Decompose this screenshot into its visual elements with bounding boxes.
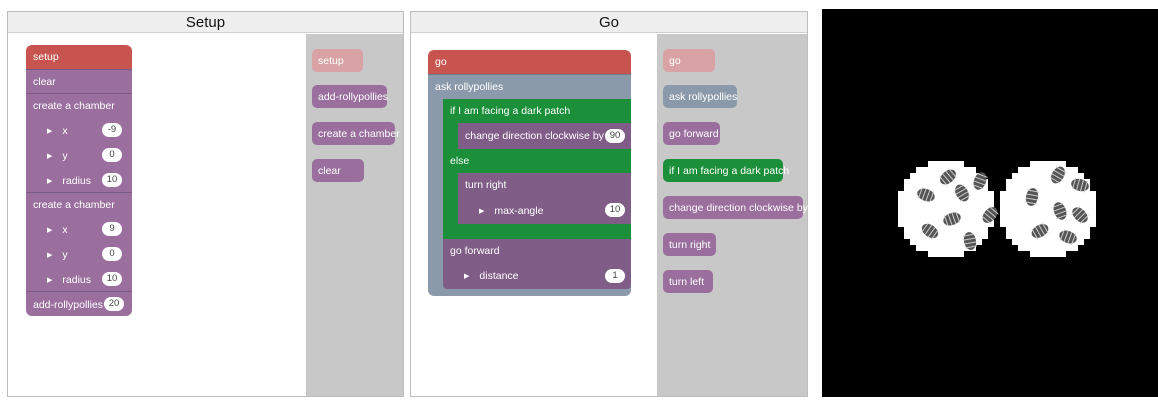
clear-block[interactable]: clear	[26, 69, 132, 93]
caret-right-icon: ▶	[47, 226, 53, 234]
flyout-if-facing-dark-patch-block[interactable]: if I am facing a dark patch	[663, 159, 789, 182]
go-hat-block[interactable]: go	[428, 50, 631, 74]
change-direction-label: change direction clockwise by	[465, 130, 604, 142]
setup-hat-block[interactable]: setup	[26, 45, 132, 69]
setup-workspace[interactable]: setup clear create a chamber ▶ x -9 ▶ y …	[8, 34, 306, 396]
setup-flyout[interactable]: setup add-rollypollies create a chamber …	[306, 34, 403, 396]
setup-pane-title: Setup	[8, 12, 403, 33]
param-label: y	[62, 248, 68, 261]
radius-value-field[interactable]: 10	[102, 272, 122, 286]
chamber-view	[898, 161, 1096, 257]
param-label: x	[62, 223, 68, 236]
go-flyout[interactable]: go ask rollypollies go forward if I am f…	[657, 34, 808, 396]
caret-right-icon: ▶	[47, 177, 53, 185]
create-chamber-block-1[interactable]: create a chamber ▶ x -9 ▶ y 0 ▶ radius 1…	[26, 93, 132, 192]
turn-right-label: turn right	[465, 179, 507, 191]
caret-right-icon: ▶	[47, 152, 53, 160]
param-label: radius	[62, 174, 91, 187]
x-value-field[interactable]: 9	[102, 222, 122, 236]
caret-right-icon: ▶	[47, 127, 53, 135]
distance-label: distance	[479, 270, 519, 282]
if-facing-dark-patch-block[interactable]: if I am facing a dark patch change direc…	[443, 99, 631, 239]
radius-value-field[interactable]: 10	[102, 173, 122, 187]
param-label: y	[62, 149, 68, 162]
caret-right-icon: ▶	[47, 276, 53, 284]
caret-right-icon: ▶	[464, 273, 470, 280]
max-angle-value-field[interactable]: 10	[605, 203, 625, 217]
go-forward-block[interactable]: go forward ▶ distance 1	[443, 239, 631, 289]
param-row-radius: ▶ radius 10	[26, 267, 132, 292]
flyout-turn-left-block[interactable]: turn left	[663, 270, 713, 293]
param-label: radius	[62, 273, 91, 286]
param-row-y: ▶ y 0	[26, 242, 132, 267]
turn-right-block[interactable]: turn right ▶ max-angle 10	[458, 173, 631, 224]
go-workspace[interactable]: go ask rollypollies if I am facing a dar…	[411, 34, 657, 396]
param-row-radius: ▶ radius 10	[26, 168, 132, 193]
flyout-ask-rollypollies-block[interactable]: ask rollypollies	[663, 85, 737, 108]
flyout-add-rollypollies-block[interactable]: add-rollypollies	[312, 85, 388, 108]
flyout-change-direction-block[interactable]: change direction clockwise by	[663, 196, 808, 219]
distance-value-field[interactable]: 1	[605, 269, 625, 283]
max-angle-row: ▶ max-angle 10	[458, 197, 631, 224]
flyout-go-forward-block[interactable]: go forward	[663, 122, 720, 145]
setup-hat-label: setup	[33, 51, 59, 63]
add-rollypollies-block[interactable]: add-rollypollies 20	[26, 291, 132, 316]
distance-row: ▶ distance 1	[443, 263, 631, 289]
simulation-stage[interactable]	[822, 9, 1158, 397]
if-label: if I am facing a dark patch	[450, 105, 571, 117]
change-direction-block[interactable]: change direction clockwise by 90	[458, 123, 631, 149]
x-value-field[interactable]: -9	[102, 123, 122, 137]
flyout-setup-block[interactable]: setup	[312, 49, 363, 72]
ask-rollypollies-block[interactable]: ask rollypollies if I am facing a dark p…	[428, 74, 631, 296]
max-angle-label: max-angle	[494, 204, 544, 217]
flyout-clear-block[interactable]: clear	[312, 159, 364, 182]
rollypollies-count-field[interactable]: 20	[104, 297, 124, 311]
create-chamber-label: create a chamber	[33, 199, 115, 211]
caret-right-icon: ▶	[479, 207, 485, 215]
create-chamber-block-2[interactable]: create a chamber ▶ x 9 ▶ y 0 ▶ radius 10	[26, 192, 132, 291]
go-forward-label: go forward	[450, 245, 500, 257]
create-chamber-label: create a chamber	[33, 100, 115, 112]
param-row-x: ▶ x -9	[26, 118, 132, 143]
param-row-x: ▶ x 9	[26, 217, 132, 242]
flyout-turn-right-block[interactable]: turn right	[663, 233, 716, 256]
y-value-field[interactable]: 0	[102, 247, 122, 261]
angle-value-field[interactable]: 90	[605, 129, 625, 143]
flyout-create-chamber-block[interactable]: create a chamber	[312, 122, 400, 145]
setup-pane: Setup setup clear create a chamber ▶ x -…	[7, 11, 404, 397]
param-label: x	[62, 124, 68, 137]
add-rollypollies-label: add-rollypollies	[33, 298, 104, 311]
go-pane-title: Go	[411, 12, 807, 33]
go-hat-label: go	[435, 56, 447, 68]
ask-rollypollies-label: ask rollypollies	[435, 81, 504, 93]
caret-right-icon: ▶	[47, 251, 53, 259]
else-label: else	[450, 155, 470, 167]
clear-label: clear	[33, 76, 56, 88]
param-row-y: ▶ y 0	[26, 143, 132, 168]
y-value-field[interactable]: 0	[102, 148, 122, 162]
go-pane: Go go ask rollypollies if I am facing a …	[410, 11, 808, 397]
flyout-go-block[interactable]: go	[663, 49, 715, 72]
